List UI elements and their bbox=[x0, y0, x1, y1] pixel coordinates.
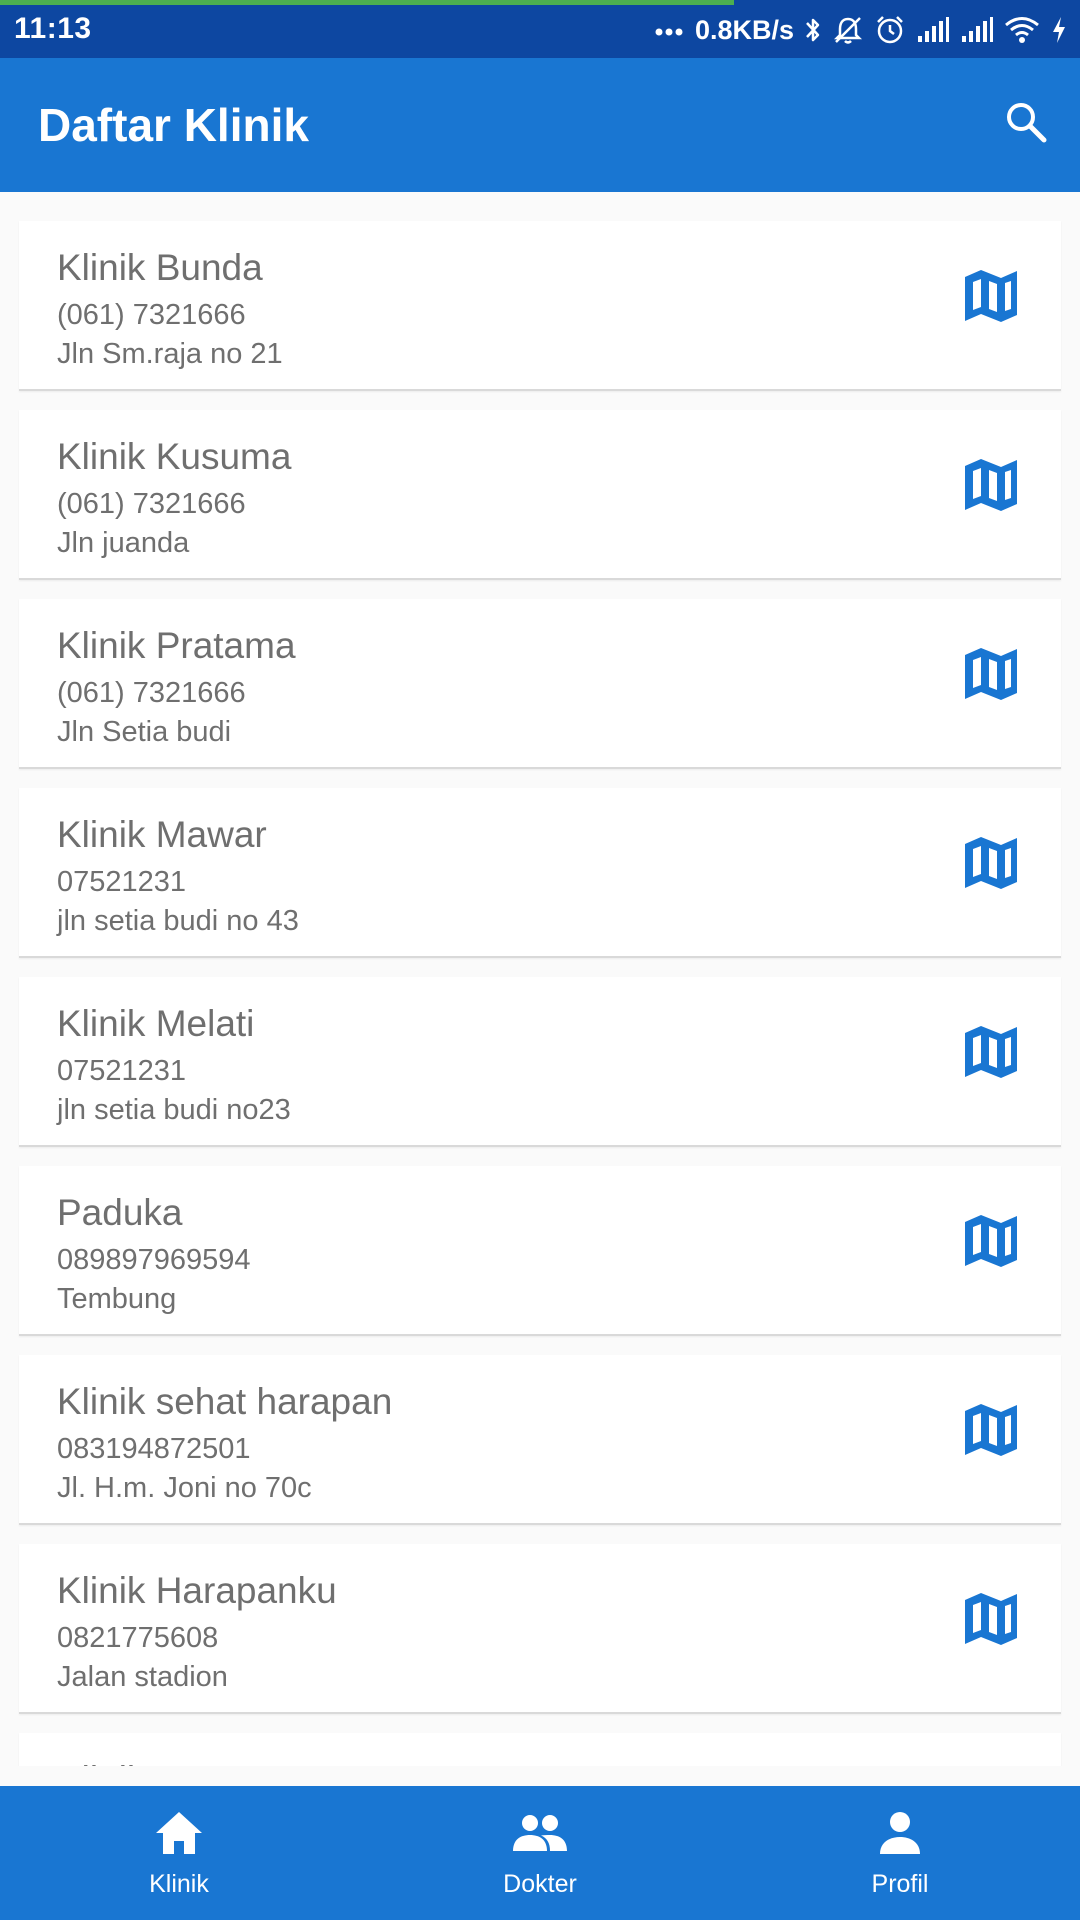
wifi-icon bbox=[1004, 16, 1040, 44]
clinic-card[interactable]: Klinik B bbox=[19, 1733, 1061, 1766]
more-dots-icon bbox=[655, 24, 685, 36]
nav-label-klinik: Klinik bbox=[149, 1870, 209, 1898]
clinic-phone: 07521231 bbox=[57, 1055, 187, 1087]
page-title: Daftar Klinik bbox=[38, 99, 309, 151]
clinic-name: Klinik sehat harapan bbox=[57, 1381, 393, 1422]
clinic-name: Klinik Pratama bbox=[57, 625, 296, 666]
clinic-phone: 083194872501 bbox=[57, 1433, 251, 1465]
nav-item-klinik[interactable]: Klinik bbox=[79, 1786, 279, 1920]
clinic-name: Klinik Bunda bbox=[57, 247, 263, 288]
clinic-address: Jalan stadion bbox=[57, 1661, 228, 1693]
status-icons: 0.8KB/s bbox=[655, 10, 1068, 50]
map-icon bbox=[961, 270, 1021, 329]
clinic-name: Paduka bbox=[57, 1192, 183, 1233]
map-button[interactable] bbox=[961, 1021, 1021, 1081]
map-icon bbox=[961, 1026, 1021, 1085]
clinic-phone: 089897969594 bbox=[57, 1244, 251, 1276]
clinic-phone: (061) 7321666 bbox=[57, 299, 246, 331]
clinic-phone: 07521231 bbox=[57, 866, 187, 898]
map-icon bbox=[961, 837, 1021, 896]
nav-label-dokter: Dokter bbox=[503, 1870, 577, 1898]
clinic-list[interactable]: Klinik Bunda (061) 7321666 Jln Sm.raja no … bbox=[0, 192, 1080, 1766]
clinic-phone: (061) 7321666 bbox=[57, 488, 246, 520]
clinic-card[interactable]: Klinik sehat harapan 083194872501 Jl. H.m.… bbox=[19, 1355, 1061, 1525]
map-button[interactable] bbox=[961, 832, 1021, 892]
clinic-phone: (061) 7321666 bbox=[57, 677, 246, 709]
map-icon bbox=[961, 1404, 1021, 1463]
clinic-name: Klinik Mawar bbox=[57, 814, 267, 855]
bottom-navigation: Klinik Dokter Profil bbox=[0, 1786, 1080, 1920]
status-time: 11:13 bbox=[14, 12, 92, 45]
clinic-address: Jln Sm.raja no 21 bbox=[57, 338, 283, 370]
clinic-address: jln setia budi no 43 bbox=[57, 905, 299, 937]
nav-item-dokter[interactable]: Dokter bbox=[440, 1786, 640, 1920]
clinic-card[interactable]: Paduka 089897969594 Tembung bbox=[19, 1166, 1061, 1336]
map-button[interactable] bbox=[961, 1210, 1021, 1270]
clinic-card[interactable]: Klinik Mawar 07521231 jln setia budi no 43 bbox=[19, 788, 1061, 958]
notifications-off-icon bbox=[832, 14, 864, 46]
nav-label-profil: Profil bbox=[871, 1870, 929, 1898]
status-bar: 11:13 0.8KB/s bbox=[0, 0, 1080, 58]
clinic-name: Klinik B bbox=[57, 1759, 180, 1766]
map-icon bbox=[961, 648, 1021, 707]
people-icon bbox=[511, 1808, 569, 1858]
bluetooth-icon bbox=[804, 15, 822, 45]
clinic-address: Jln Setia budi bbox=[57, 716, 232, 748]
clinic-card[interactable]: Klinik Melati 07521231 jln setia budi no23 bbox=[19, 977, 1061, 1147]
load-progress-bar bbox=[0, 0, 735, 5]
map-button[interactable] bbox=[961, 1399, 1021, 1459]
clinic-address: Tembung bbox=[57, 1283, 177, 1315]
map-icon bbox=[961, 1593, 1021, 1652]
clinic-name: Klinik Melati bbox=[57, 1003, 255, 1044]
map-button[interactable] bbox=[961, 454, 1021, 514]
clinic-address: Jl. H.m. Joni no 70c bbox=[57, 1472, 312, 1504]
clinic-phone: 0821775608 bbox=[57, 1622, 219, 1654]
map-icon bbox=[961, 459, 1021, 518]
alarm-icon bbox=[874, 14, 906, 46]
clinic-card[interactable]: Klinik Pratama (061) 7321666 Jln Setia bud… bbox=[19, 599, 1061, 769]
map-button[interactable] bbox=[961, 1588, 1021, 1648]
search-icon bbox=[1004, 100, 1048, 149]
clinic-card[interactable]: Klinik Kusuma (061) 7321666 Jln juanda bbox=[19, 410, 1061, 580]
clinic-card[interactable]: Klinik Harapanku 0821775608 Jalan stadion bbox=[19, 1544, 1061, 1714]
nav-item-profil[interactable]: Profil bbox=[800, 1786, 1000, 1920]
map-button[interactable] bbox=[961, 643, 1021, 703]
clinic-address: jln setia budi no23 bbox=[57, 1094, 291, 1126]
app-bar: Daftar Klinik bbox=[0, 58, 1080, 192]
clinic-name: Klinik Kusuma bbox=[57, 436, 292, 477]
signal-icon bbox=[916, 16, 950, 44]
charging-icon bbox=[1050, 15, 1068, 45]
home-icon bbox=[154, 1808, 204, 1858]
search-button[interactable] bbox=[1000, 98, 1052, 150]
signal-icon bbox=[960, 16, 994, 44]
clinic-address: Jln juanda bbox=[57, 527, 190, 559]
map-icon bbox=[961, 1215, 1021, 1274]
clinic-name: Klinik Harapanku bbox=[57, 1570, 337, 1611]
map-button[interactable] bbox=[961, 265, 1021, 325]
network-speed: 0.8KB/s bbox=[694, 14, 794, 45]
person-icon bbox=[878, 1808, 922, 1858]
clinic-card[interactable]: Klinik Bunda (061) 7321666 Jln Sm.raja no … bbox=[19, 221, 1061, 391]
